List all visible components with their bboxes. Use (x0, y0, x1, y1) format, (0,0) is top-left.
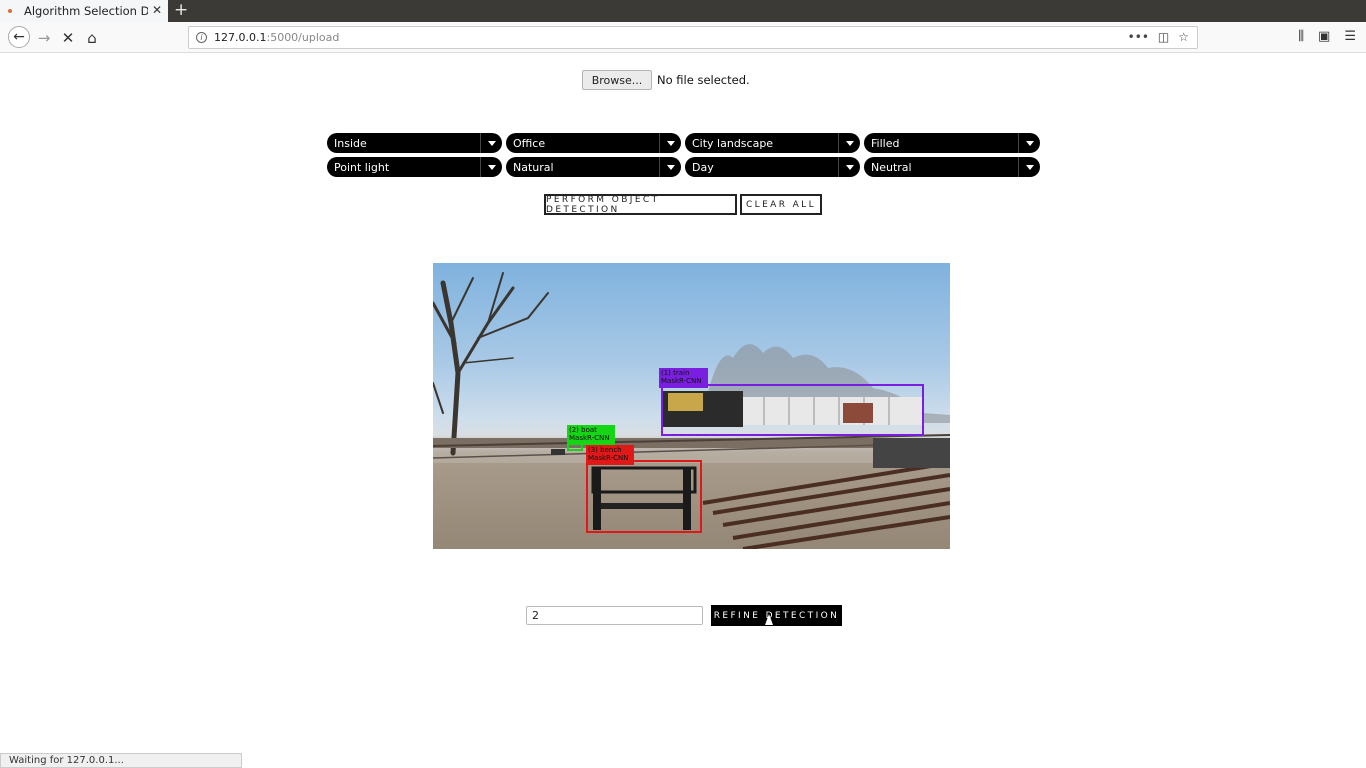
library-icon[interactable]: ⫼ (1298, 29, 1304, 44)
detection-model: MaskR-CNN (661, 377, 702, 385)
site-info-icon[interactable]: i (196, 32, 207, 43)
chevron-down-icon (838, 133, 860, 153)
stop-loading-button[interactable]: ✕ (58, 27, 78, 49)
detection-model: MaskR-CNN (569, 434, 610, 442)
detection-box-bench (586, 460, 702, 533)
select-value: Point light (334, 160, 390, 174)
detection-class: (3) bench (588, 446, 622, 454)
chevron-down-icon (659, 133, 681, 153)
loading-indicator-icon (8, 9, 12, 13)
select-value: Day (692, 160, 714, 174)
active-tab[interactable]: Algorithm Selection De ✕ (0, 0, 168, 22)
close-tab-icon[interactable]: ✕ (152, 3, 162, 17)
chevron-down-icon (838, 157, 860, 177)
address-bar[interactable]: i 127.0.0.1:5000/upload ••• ◫ ☆ (188, 26, 1198, 49)
location-select[interactable]: Inside (327, 133, 502, 153)
chevron-down-icon (1018, 133, 1040, 153)
chevron-down-icon (480, 157, 502, 177)
detection-model: MaskR-CNN (588, 454, 629, 462)
page-actions-icon[interactable]: ••• (1128, 30, 1149, 44)
select-value: Office (513, 136, 546, 150)
detection-label-bench: (3) bench MaskR-CNN (586, 445, 634, 465)
home-button[interactable]: ⌂ (82, 27, 102, 49)
tone-select[interactable]: Neutral (864, 157, 1040, 177)
status-bar: Waiting for 127.0.0.1... (0, 753, 242, 768)
tab-title: Algorithm Selection De (24, 4, 148, 18)
time-select[interactable]: Day (685, 157, 860, 177)
chevron-down-icon (480, 133, 502, 153)
bookmark-star-icon[interactable]: ☆ (1178, 30, 1189, 44)
url-path: :5000/upload (266, 31, 340, 44)
select-value: Inside (334, 136, 367, 150)
chevron-down-icon (659, 157, 681, 177)
clear-all-button[interactable]: CLEAR ALL (740, 194, 822, 215)
detection-box-train (661, 384, 924, 436)
refine-input[interactable]: 2 (526, 606, 703, 625)
file-upload: Browse... No file selected. (582, 70, 750, 90)
detection-label-train: (1) train MaskR-CNN (659, 368, 708, 388)
browse-button[interactable]: Browse... (582, 70, 652, 90)
select-value: Neutral (871, 160, 912, 174)
navigation-bar: ← → ✕ ⌂ i 127.0.0.1:5000/upload ••• ◫ ☆ … (0, 22, 1366, 53)
detection-result-image: (1) train MaskR-CNN (2) boat MaskR-CNN (… (433, 263, 950, 549)
chevron-down-icon (1018, 157, 1040, 177)
pocket-icon[interactable]: ◫ (1158, 30, 1169, 44)
scene-select[interactable]: Office (506, 133, 681, 153)
light-source-select[interactable]: Natural (506, 157, 681, 177)
back-button[interactable]: ← (8, 26, 30, 48)
menu-icon[interactable]: ☰ (1344, 29, 1356, 44)
file-status: No file selected. (657, 73, 750, 87)
detection-class: (2) boat (569, 426, 597, 434)
perform-detection-button[interactable]: PERFORM OBJECT DETECTION (544, 194, 737, 215)
refine-controls: 2 REFINE DETECTION (526, 605, 842, 626)
new-tab-button[interactable]: + (174, 1, 188, 19)
tab-bar: Algorithm Selection De ✕ + (0, 0, 1366, 22)
forward-button[interactable]: → (34, 27, 54, 49)
mouse-cursor-icon (765, 614, 773, 625)
select-value: Natural (513, 160, 554, 174)
detection-label-boat: (2) boat MaskR-CNN (567, 425, 615, 445)
environment-select[interactable]: City landscape (685, 133, 860, 153)
sidebar-icon[interactable]: ▣ (1318, 29, 1330, 44)
density-select[interactable]: Filled (864, 133, 1040, 153)
select-value: City landscape (692, 136, 774, 150)
page-margin (0, 53, 8, 753)
detection-class: (1) train (661, 369, 690, 377)
select-value: Filled (871, 136, 900, 150)
refine-detection-button[interactable]: REFINE DETECTION (711, 605, 842, 626)
url-host: 127.0.0.1 (214, 31, 267, 44)
lighting-select[interactable]: Point light (327, 157, 502, 177)
